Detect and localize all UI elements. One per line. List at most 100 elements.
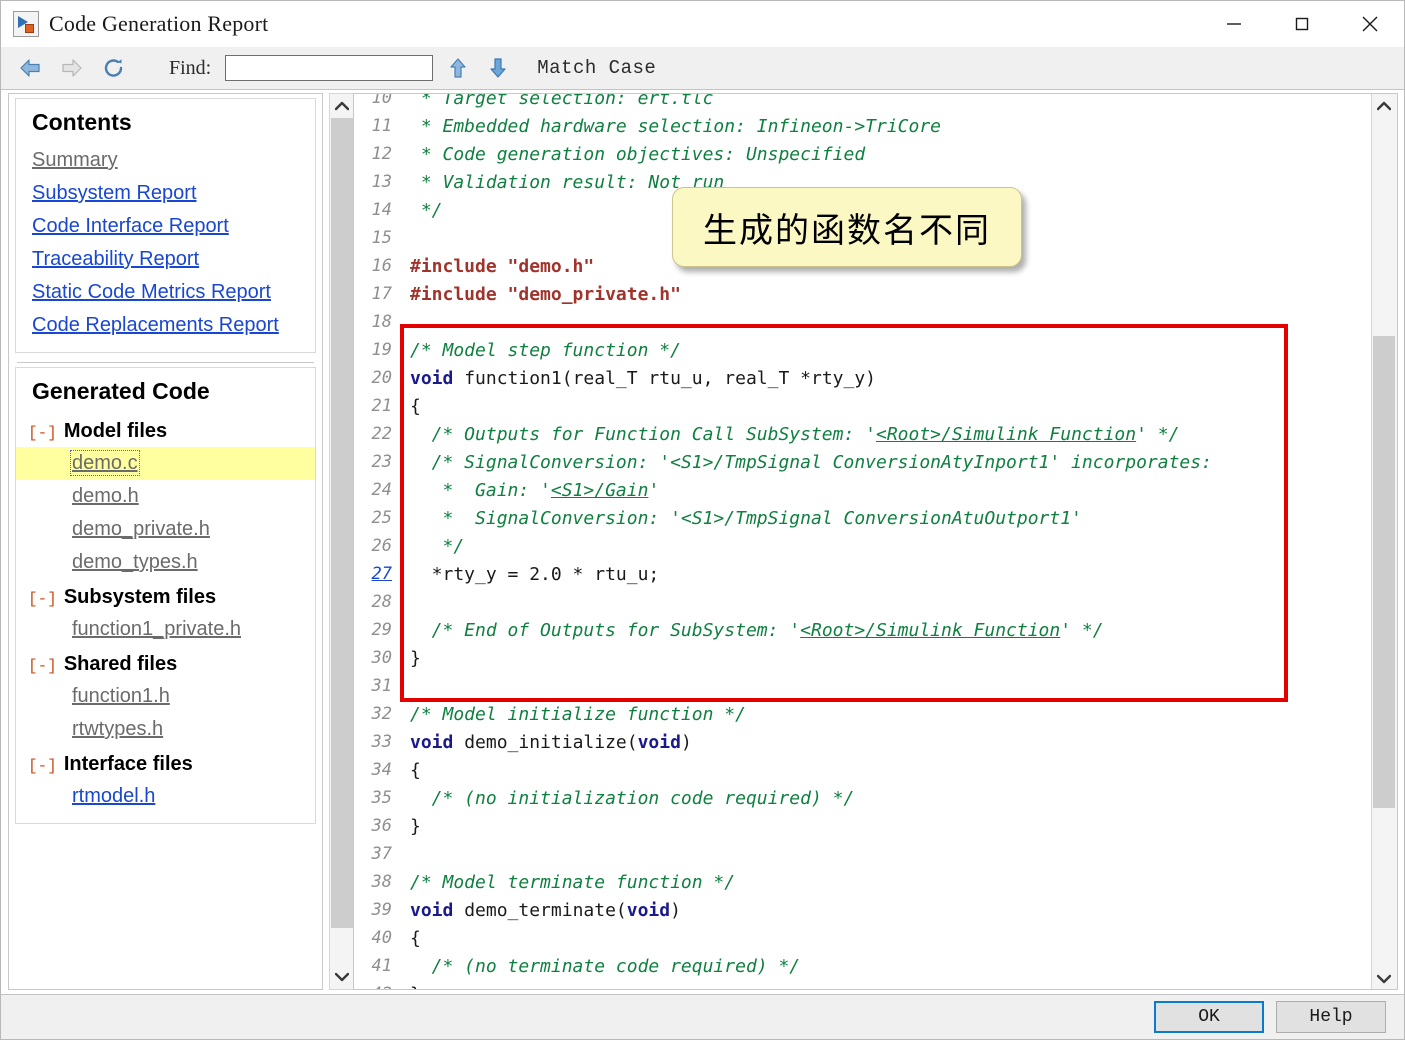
scroll-down-icon[interactable] <box>1372 967 1396 989</box>
code-line: 20 void function1(real_T rtu_u, real_T *r… <box>354 364 1371 392</box>
ok-button[interactable]: OK <box>1154 1001 1264 1033</box>
arrow-up-icon[interactable] <box>443 53 473 83</box>
line-number: 35 <box>371 788 392 808</box>
sidebar-item-code-interface-report[interactable]: Code Interface Report <box>16 210 315 243</box>
scroll-up-icon[interactable] <box>1372 94 1396 118</box>
code-token: { <box>410 395 421 417</box>
back-arrow-icon[interactable] <box>13 51 47 85</box>
code-text: void demo_initialize(void) <box>402 732 692 753</box>
code-token: /* (no initialization code required) */ <box>410 787 855 809</box>
collapse-toggle-icon[interactable]: [-] <box>28 757 57 775</box>
file-link-demo-h: demo.h <box>72 485 139 507</box>
collapse-toggle-icon[interactable]: [-] <box>28 424 57 442</box>
code-text: * SignalConversion: '<S1>/TmpSignal Conv… <box>402 508 1082 529</box>
code-token: ) <box>680 731 692 753</box>
find-label: Find: <box>169 56 212 79</box>
line-number: 37 <box>371 844 392 864</box>
code-scrollbar[interactable] <box>1371 94 1397 989</box>
code-scroll-region: 10 * Target selection: ert.tlc 11 * Embed… <box>354 94 1371 989</box>
line-number: 10 <box>371 94 392 108</box>
window-controls <box>1200 1 1404 47</box>
line-number[interactable]: 27 <box>354 564 402 584</box>
list-item[interactable]: function1_private.h <box>16 613 315 646</box>
code-text: /* Model initialize function */ <box>402 704 746 725</box>
code-line: 24 * Gain: '<S1>/Gain' <box>354 476 1371 504</box>
code-line: 42} <box>354 980 1371 990</box>
line-number: 17 <box>371 284 392 304</box>
line-number: 24 <box>371 480 392 500</box>
file-link-demo-private-h: demo_private.h <box>72 518 210 540</box>
minimize-button[interactable] <box>1200 1 1268 47</box>
list-item[interactable]: demo_types.h <box>16 546 315 579</box>
code-line: 40 { <box>354 924 1371 952</box>
code-token: #include "demo_private.h" <box>410 283 681 305</box>
refresh-icon[interactable] <box>97 51 131 85</box>
list-item[interactable]: demo.h <box>16 480 315 513</box>
code-token: } <box>410 815 421 837</box>
sidebar-item-code-replacements-report[interactable]: Code Replacements Report <box>16 309 315 342</box>
sidebar-divider <box>17 362 314 363</box>
code-text: /* Model terminate function */ <box>402 872 735 893</box>
code-text: /* SignalConversion: '<S1>/TmpSignal Con… <box>402 452 1212 473</box>
title-bar: Code Generation Report <box>1 1 1404 47</box>
line-number: 18 <box>371 312 392 332</box>
scroll-thumb[interactable] <box>331 118 353 928</box>
scroll-thumb[interactable] <box>1373 336 1395 808</box>
list-item[interactable]: demo_private.h <box>16 513 315 546</box>
maximize-button[interactable] <box>1268 1 1336 47</box>
tree-group-shared-files[interactable]: [-] Shared files <box>16 646 315 680</box>
list-item[interactable]: function1.h <box>16 680 315 713</box>
collapse-toggle-icon[interactable]: [-] <box>28 590 57 608</box>
code-token: *rty_y = 2.0 * rtu_u; <box>410 563 660 585</box>
line-number: 33 <box>371 732 392 752</box>
tree-group-label: Model files <box>63 420 168 442</box>
sidebar-item-subsystem-report[interactable]: Subsystem Report <box>16 177 315 210</box>
generated-code-panel: Generated Code [-] Model files demo.c de… <box>15 367 316 824</box>
code-line: 11 * Embedded hardware selection: Infine… <box>354 112 1371 140</box>
sidebar-scrollbar[interactable] <box>329 93 355 990</box>
sidebar-item-summary[interactable]: Summary <box>16 144 315 177</box>
match-case-label[interactable]: Match Case <box>537 57 656 79</box>
sidebar-item-traceability-report[interactable]: Traceability Report <box>16 243 315 276</box>
block-path-link[interactable]: <Root>/Simulink Function <box>800 620 1060 641</box>
code-line: 27 *rty_y = 2.0 * rtu_u; <box>354 560 1371 588</box>
list-item[interactable]: rtwtypes.h <box>16 713 315 746</box>
scroll-down-icon[interactable] <box>330 965 354 989</box>
line-number: 25 <box>371 508 392 528</box>
list-item[interactable]: demo.c <box>16 447 315 480</box>
code-text: /* Outputs for Function Call SubSystem: … <box>402 424 1180 445</box>
close-button[interactable] <box>1336 1 1404 47</box>
code-line: 19 /* Model step function */ <box>354 336 1371 364</box>
code-token: * Target selection: ert.tlc <box>410 94 714 109</box>
tree-group-interface-files[interactable]: [-] Interface files <box>16 746 315 780</box>
block-path-link[interactable]: <Root>/Simulink Function <box>876 424 1136 445</box>
block-path-link[interactable]: <S1>/Gain <box>551 480 649 501</box>
annotation-callout: 生成的函数名不同 <box>672 187 1022 267</box>
line-number: 11 <box>371 116 392 136</box>
code-text: /* (no initialization code required) */ <box>402 787 855 809</box>
scroll-up-icon[interactable] <box>330 94 354 118</box>
code-line: 25 * SignalConversion: '<S1>/TmpSignal C… <box>354 504 1371 532</box>
line-number: 23 <box>371 452 392 472</box>
collapse-toggle-icon[interactable]: [-] <box>28 657 57 675</box>
search-input[interactable] <box>225 55 434 81</box>
sidebar-item-static-code-metrics-report[interactable]: Static Code Metrics Report <box>16 276 315 309</box>
line-number: 42 <box>354 984 402 989</box>
line-number: 15 <box>371 228 392 248</box>
dialog-footer: OK Help <box>1 994 1404 1039</box>
code-token: * Embedded hardware selection: Infineon-… <box>410 115 942 137</box>
code-text: { <box>402 396 421 417</box>
list-item[interactable]: rtmodel.h <box>16 780 315 813</box>
tree-group-model-files[interactable]: [-] Model files <box>16 413 315 447</box>
help-button[interactable]: Help <box>1276 1001 1386 1033</box>
code-text: } <box>402 816 421 837</box>
code-token: { <box>410 759 421 781</box>
line-number: 31 <box>371 676 392 696</box>
code-line: 41 /* (no terminate code required) */ <box>354 952 1371 980</box>
code-token: ' <box>648 479 660 501</box>
code-text: void demo_terminate(void) <box>402 900 681 921</box>
tree-group-subsystem-files[interactable]: [-] Subsystem files <box>16 579 315 613</box>
arrow-down-icon[interactable] <box>483 53 513 83</box>
code-token: * SignalConversion: '<S1>/TmpSignal Conv… <box>410 507 1082 529</box>
code-line: 29 /* End of Outputs for SubSystem: '<Ro… <box>354 616 1371 644</box>
